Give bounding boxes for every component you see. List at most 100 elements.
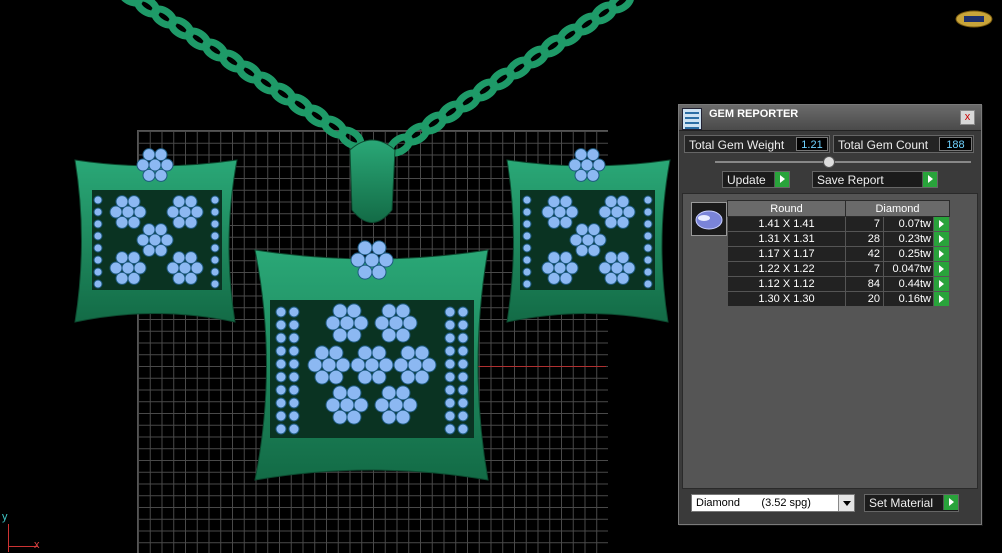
gem-stone bbox=[357, 345, 373, 361]
gem-stone bbox=[275, 358, 287, 370]
gem-stone bbox=[414, 345, 430, 361]
select-row-play-icon[interactable] bbox=[933, 276, 950, 292]
table-row[interactable]: 1.31 X 1.31 28 0.23tw bbox=[727, 231, 950, 247]
select-row-play-icon[interactable] bbox=[933, 246, 950, 262]
table-row[interactable]: 1.17 X 1.17 42 0.25tw bbox=[727, 246, 950, 262]
gem-stone bbox=[184, 271, 198, 285]
gem-stone bbox=[457, 319, 469, 331]
app-logo-icon bbox=[955, 10, 993, 28]
gem-stone bbox=[210, 279, 220, 289]
gem-stone bbox=[547, 251, 561, 265]
gem-stone bbox=[522, 231, 532, 241]
chain bbox=[116, 0, 635, 157]
gem-stone bbox=[378, 357, 394, 373]
gem-stone bbox=[172, 251, 186, 265]
diamond-thumbnail-icon bbox=[691, 202, 727, 236]
table-row[interactable]: 1.30 X 1.30 20 0.16tw bbox=[727, 291, 950, 307]
report-icon bbox=[682, 108, 702, 130]
save-report-button[interactable]: Save Report bbox=[812, 171, 938, 188]
update-button[interactable]: Update bbox=[722, 171, 790, 188]
table-row[interactable]: 1.41 X 1.41 7 0.07tw bbox=[727, 216, 950, 232]
select-row-play-icon[interactable] bbox=[933, 261, 950, 277]
gem-stone bbox=[288, 345, 300, 357]
gem-size: 1.30 X 1.30 bbox=[727, 291, 846, 307]
gem-stone bbox=[457, 332, 469, 344]
material-select[interactable]: Diamond (3.52 spg) bbox=[691, 494, 855, 512]
gem-stone bbox=[127, 251, 141, 265]
close-button[interactable]: x bbox=[960, 110, 975, 125]
gem-stone bbox=[332, 409, 348, 425]
gem-stone bbox=[586, 168, 600, 182]
gem-stone bbox=[643, 195, 653, 205]
gem-stone bbox=[444, 332, 456, 344]
gem-stone bbox=[643, 219, 653, 229]
set-material-button[interactable]: Set Material bbox=[864, 494, 959, 512]
gem-stone bbox=[522, 207, 532, 217]
gem-stone bbox=[381, 409, 397, 425]
gem-stone bbox=[371, 264, 387, 280]
gem-stone bbox=[444, 319, 456, 331]
gem-stone bbox=[288, 358, 300, 370]
gem-stone bbox=[346, 327, 362, 343]
gem-stone bbox=[339, 397, 355, 413]
gem-stone bbox=[444, 423, 456, 435]
gem-stone bbox=[457, 423, 469, 435]
gem-stone bbox=[587, 223, 601, 237]
gem-stone bbox=[457, 397, 469, 409]
gem-stone bbox=[378, 252, 394, 268]
axis-y-line bbox=[8, 524, 9, 552]
gem-stone bbox=[335, 357, 351, 373]
gem-stone bbox=[115, 195, 129, 209]
gem-stone bbox=[371, 240, 387, 256]
gem-stone bbox=[457, 371, 469, 383]
gem-weight: 0.16tw bbox=[883, 291, 934, 307]
gem-stone bbox=[457, 306, 469, 318]
gem-stone bbox=[332, 327, 348, 343]
play-icon bbox=[943, 495, 958, 510]
gem-stone bbox=[325, 315, 341, 331]
gem-stone bbox=[93, 279, 103, 289]
chevron-down-icon bbox=[838, 495, 854, 511]
gem-stone bbox=[444, 397, 456, 409]
gem-stone bbox=[353, 397, 369, 413]
gem-stone bbox=[457, 358, 469, 370]
gem-stone bbox=[374, 397, 390, 413]
gem-stone bbox=[444, 384, 456, 396]
gem-stone bbox=[93, 219, 103, 229]
gem-stone bbox=[421, 357, 437, 373]
gem-stone bbox=[184, 195, 198, 209]
gem-weight: 0.047tw bbox=[883, 261, 934, 277]
slider-knob[interactable] bbox=[823, 156, 835, 168]
select-row-play-icon[interactable] bbox=[933, 231, 950, 247]
gem-stone bbox=[371, 369, 387, 385]
gem-stone bbox=[393, 357, 409, 373]
gem-size: 1.31 X 1.31 bbox=[727, 231, 846, 247]
panel-title: GEM REPORTER bbox=[709, 108, 799, 120]
gem-stone bbox=[587, 243, 601, 257]
panel-title-bar[interactable]: GEM REPORTER x bbox=[679, 105, 981, 131]
gem-count: 28 bbox=[845, 231, 884, 247]
gem-stone bbox=[350, 252, 366, 268]
select-row-play-icon[interactable] bbox=[933, 216, 950, 232]
gem-stone bbox=[288, 410, 300, 422]
gem-stone bbox=[643, 231, 653, 241]
save-report-button-label: Save Report bbox=[817, 173, 884, 187]
gem-stone bbox=[307, 357, 323, 373]
gem-stone bbox=[400, 345, 416, 361]
gem-stone bbox=[328, 345, 344, 361]
gem-stone bbox=[522, 195, 532, 205]
gem-stone bbox=[154, 223, 168, 237]
table-row[interactable]: 1.22 X 1.22 7 0.047tw bbox=[727, 261, 950, 277]
gem-report-table: Round Diamond 1.41 X 1.41 7 0.07tw 1.31 X 1… bbox=[727, 200, 950, 307]
select-row-play-icon[interactable] bbox=[933, 291, 950, 307]
table-row[interactable]: 1.12 X 1.12 84 0.44tw bbox=[727, 276, 950, 292]
gem-stone bbox=[371, 345, 387, 361]
gem-stone bbox=[210, 267, 220, 277]
gem-stone bbox=[350, 357, 366, 373]
gem-stone bbox=[275, 319, 287, 331]
gem-size: 1.17 X 1.17 bbox=[727, 246, 846, 262]
gem-stone bbox=[275, 345, 287, 357]
column-header-material: Diamond bbox=[845, 200, 950, 217]
gem-stone bbox=[332, 385, 348, 401]
gem-stone bbox=[395, 303, 411, 319]
